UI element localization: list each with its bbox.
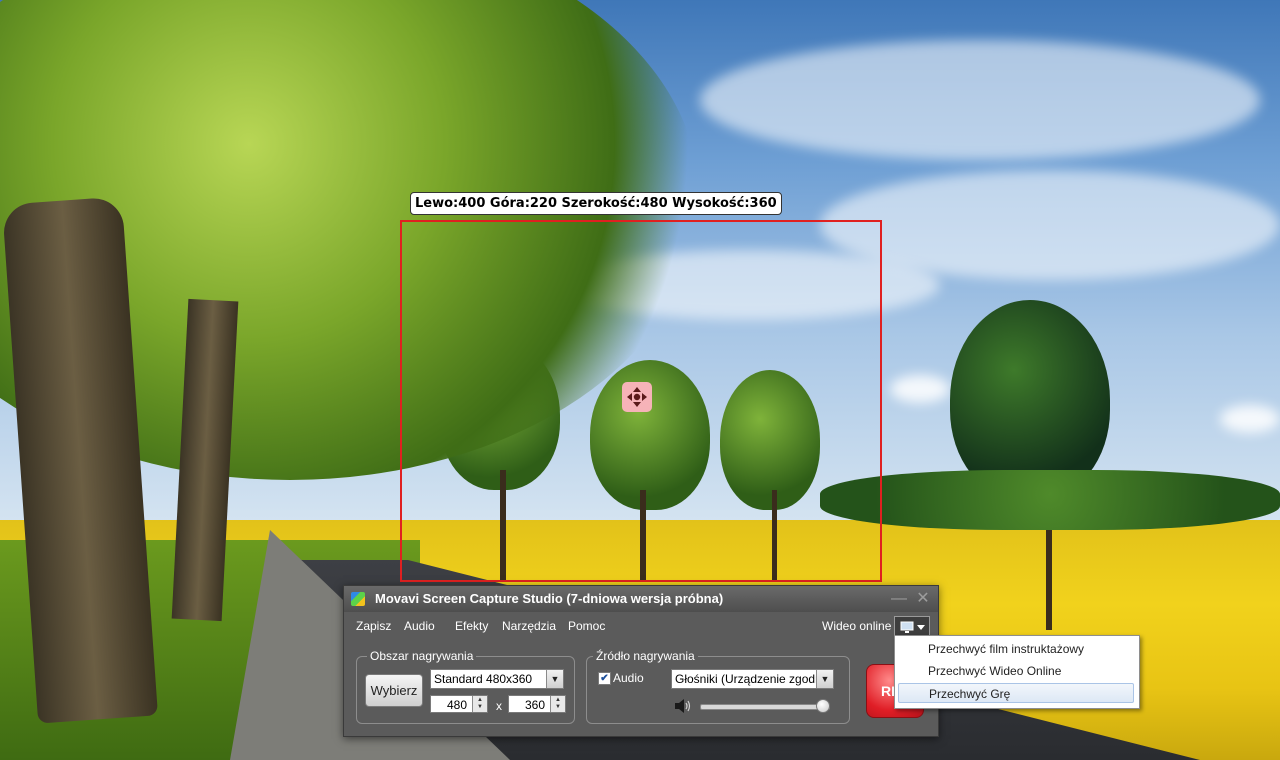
- recording-area-title: Obszar nagrywania: [367, 649, 477, 663]
- area-preset-select[interactable]: Standard 480x360 ▼: [430, 669, 564, 689]
- cloud: [1220, 405, 1280, 433]
- chevron-down-icon[interactable]: ▼: [546, 670, 563, 688]
- menu-item-capture-tutorial[interactable]: Przechwyć film instruktażowy: [898, 639, 1134, 659]
- cloud: [700, 40, 1260, 160]
- capture-mode-menu: Przechwyć film instruktażowy Przechwyć W…: [894, 635, 1140, 709]
- audio-device-select[interactable]: Głośniki (Urządzenie zgodne z ▼: [671, 669, 834, 689]
- audio-checkbox-label: Audio: [613, 671, 644, 685]
- monitor-icon: [900, 621, 913, 633]
- app-window: Movavi Screen Capture Studio (7-dniowa w…: [343, 585, 939, 737]
- menu-item-capture-game[interactable]: Przechwyć Grę: [898, 683, 1134, 703]
- recording-source-group: Źródło nagrywania: [586, 649, 850, 724]
- recording-source-title: Źródło nagrywania: [593, 649, 698, 663]
- menu-narzedzia[interactable]: Narzędzia: [502, 619, 556, 633]
- menu-audio[interactable]: Audio: [404, 619, 435, 633]
- chevron-down-icon[interactable]: ▼: [816, 670, 833, 688]
- decrement-icon[interactable]: ▼: [472, 703, 487, 712]
- volume-slider-thumb[interactable]: [815, 699, 830, 713]
- online-video-label: Wideo online: [822, 619, 892, 633]
- height-value: 360: [524, 698, 545, 712]
- window-title: Movavi Screen Capture Studio (7-dniowa w…: [375, 591, 724, 606]
- width-field[interactable]: 480 ▲ ▼: [430, 695, 488, 713]
- menu-zapisz[interactable]: Zapisz: [356, 619, 391, 633]
- select-area-button[interactable]: Wybierz: [365, 674, 423, 707]
- title-bar[interactable]: Movavi Screen Capture Studio (7-dniowa w…: [344, 586, 938, 612]
- speaker-icon: [675, 699, 691, 713]
- cloud: [890, 375, 950, 403]
- menu-efekty[interactable]: Efekty: [455, 619, 488, 633]
- audio-device-value: Głośniki (Urządzenie zgodne z: [675, 672, 834, 686]
- capture-coordinates-label: Lewo:400 Góra:220 Szerokość:480 Wysokość…: [410, 192, 782, 215]
- app-logo-icon: [351, 592, 365, 606]
- decrement-icon[interactable]: ▼: [550, 703, 565, 712]
- treeline: [820, 470, 1280, 530]
- menu-pomoc[interactable]: Pomoc: [568, 619, 605, 633]
- area-preset-value: Standard 480x360: [434, 672, 533, 686]
- volume-slider-track[interactable]: [700, 704, 830, 710]
- menu-item-capture-online-video[interactable]: Przechwyć Wideo Online: [898, 661, 1134, 681]
- width-value: 480: [446, 698, 467, 712]
- minimize-icon[interactable]: —: [890, 590, 908, 608]
- dimension-separator: x: [496, 699, 502, 713]
- move-icon[interactable]: [622, 382, 652, 412]
- close-icon[interactable]: ✕: [914, 590, 932, 608]
- audio-checkbox[interactable]: ✔: [598, 672, 611, 685]
- chevron-down-icon: [916, 624, 925, 630]
- height-field[interactable]: 360 ▲ ▼: [508, 695, 566, 713]
